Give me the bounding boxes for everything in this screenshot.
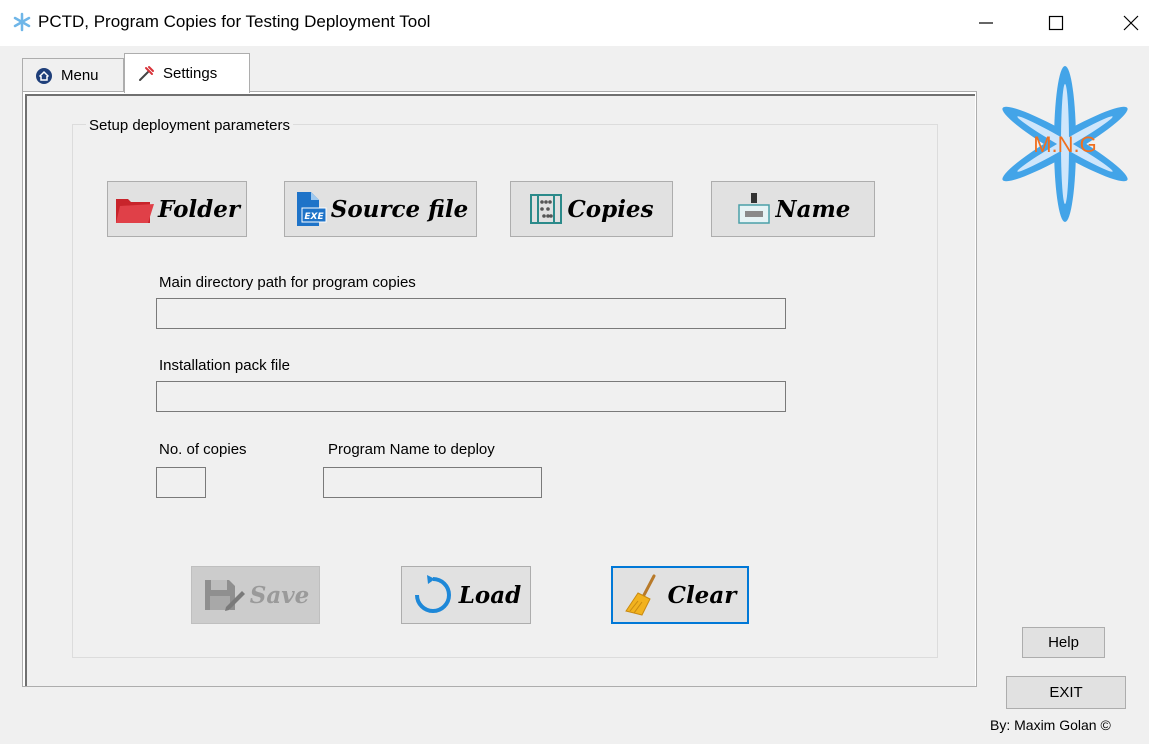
exe-file-icon: EXE	[293, 191, 327, 227]
svg-text:EXE: EXE	[304, 212, 324, 222]
minimize-icon	[979, 22, 993, 24]
copies-button[interactable]: Copies	[510, 181, 673, 237]
main-directory-label: Main directory path for program copies	[159, 274, 416, 291]
clear-button-label: Clear	[667, 581, 737, 609]
folder-button-label: Folder	[158, 195, 240, 223]
exit-button[interactable]: EXIT	[1006, 676, 1126, 709]
window-title: PCTD, Program Copies for Testing Deploym…	[38, 12, 431, 31]
installation-pack-input[interactable]	[156, 381, 786, 412]
maximize-icon	[1048, 15, 1064, 31]
groupbox-title: Setup deployment parameters	[86, 117, 293, 134]
maximize-button[interactable]	[1033, 0, 1079, 46]
help-button-label: Help	[1048, 634, 1079, 651]
copies-button-label: Copies	[567, 195, 654, 223]
save-button-label: Save	[249, 581, 310, 609]
close-icon	[1123, 15, 1139, 31]
author-credit: By: Maxim Golan ©	[990, 717, 1111, 733]
source-file-button[interactable]: EXE Source file	[284, 181, 477, 237]
tab-settings-label: Settings	[163, 65, 218, 82]
name-button[interactable]: Name	[711, 181, 875, 237]
name-tag-icon	[736, 191, 772, 227]
load-button-label: Load	[458, 581, 522, 609]
logo-text: M.N.G	[1033, 132, 1097, 157]
tab-menu-label: Menu	[61, 67, 99, 84]
copies-count-input[interactable]	[156, 467, 206, 498]
refresh-icon	[411, 573, 455, 617]
save-button[interactable]: Save	[191, 566, 320, 624]
copies-count-label: No. of copies	[159, 441, 247, 458]
settings-icon	[137, 65, 155, 83]
tab-menu[interactable]: Menu	[22, 58, 124, 92]
save-disk-icon	[202, 577, 246, 613]
app-logo-icon	[12, 12, 32, 32]
home-icon	[35, 67, 53, 85]
exit-button-label: EXIT	[1049, 684, 1083, 701]
mng-logo: M.N.G	[990, 64, 1140, 224]
broom-icon	[624, 573, 664, 617]
folder-icon	[114, 193, 154, 225]
folder-button[interactable]: Folder	[107, 181, 247, 237]
abacus-icon	[529, 192, 563, 226]
help-button[interactable]: Help	[1022, 627, 1105, 658]
name-button-label: Name	[775, 195, 851, 223]
program-name-label: Program Name to deploy	[328, 441, 495, 458]
load-button[interactable]: Load	[401, 566, 531, 624]
source-file-button-label: Source file	[330, 195, 469, 223]
minimize-button[interactable]	[963, 0, 1009, 46]
tab-settings[interactable]: Settings	[124, 53, 250, 93]
close-button[interactable]	[1108, 0, 1149, 46]
main-directory-input[interactable]	[156, 298, 786, 329]
installation-pack-label: Installation pack file	[159, 357, 290, 374]
title-bar: PCTD, Program Copies for Testing Deploym…	[0, 0, 1149, 46]
program-name-input[interactable]	[323, 467, 542, 498]
clear-button[interactable]: Clear	[611, 566, 749, 624]
